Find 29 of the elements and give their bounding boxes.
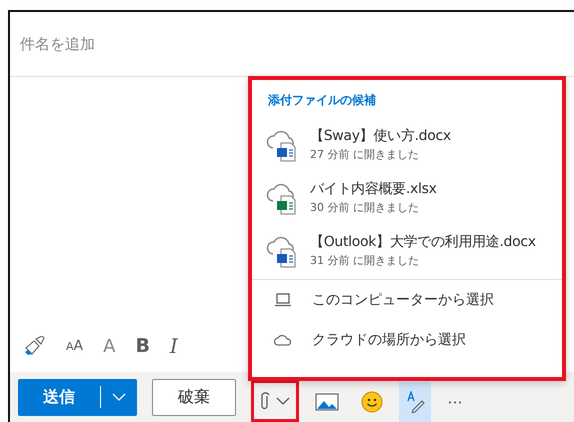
opened-time: 27 分前 に開きました xyxy=(310,147,420,162)
menu-heading: 添付ファイルの候補 xyxy=(267,92,377,109)
draw-button[interactable] xyxy=(399,382,431,422)
cloud-icon xyxy=(274,334,292,346)
opened-time: 31 分前 に開きました xyxy=(310,253,420,268)
pen-icon xyxy=(405,391,425,413)
file-suggestion[interactable]: 【Sway】使い方.docx 27 分前 に開きました xyxy=(252,118,562,171)
file-name: 【Sway】使い方.docx xyxy=(310,127,451,145)
italic-button[interactable]: I xyxy=(170,334,178,358)
file-suggestion[interactable]: バイト内容概要.xlsx 30 分前 に開きました xyxy=(252,171,562,224)
send-button[interactable]: 送信 xyxy=(18,378,137,416)
menu-option[interactable]: このコンピューターから選択 xyxy=(252,280,562,320)
chevron-down-icon xyxy=(112,393,126,401)
menu-option[interactable]: クラウドの場所から選択 xyxy=(252,320,562,360)
opened-time: 30 分前 に開きました xyxy=(310,200,420,215)
discard-button[interactable]: 破棄 xyxy=(152,378,236,416)
bold-button[interactable]: B xyxy=(135,335,150,357)
file-name: 【Outlook】大学での利用用途.docx xyxy=(310,233,536,251)
paperclip-icon xyxy=(260,391,270,411)
chevron-down-icon xyxy=(276,397,290,405)
laptop-icon xyxy=(274,293,292,307)
file-name: バイト内容概要.xlsx xyxy=(310,180,437,198)
smiley-icon xyxy=(361,391,383,413)
file-suggestion[interactable]: 【Outlook】大学での利用用途.docx 31 分前 に開きました xyxy=(252,224,562,277)
more-button[interactable]: ··· xyxy=(441,382,469,422)
font-size-button[interactable]: AA xyxy=(66,338,84,354)
image-icon xyxy=(315,393,339,411)
format-painter-icon[interactable] xyxy=(24,336,46,356)
font-grow-button[interactable]: A xyxy=(103,336,116,356)
